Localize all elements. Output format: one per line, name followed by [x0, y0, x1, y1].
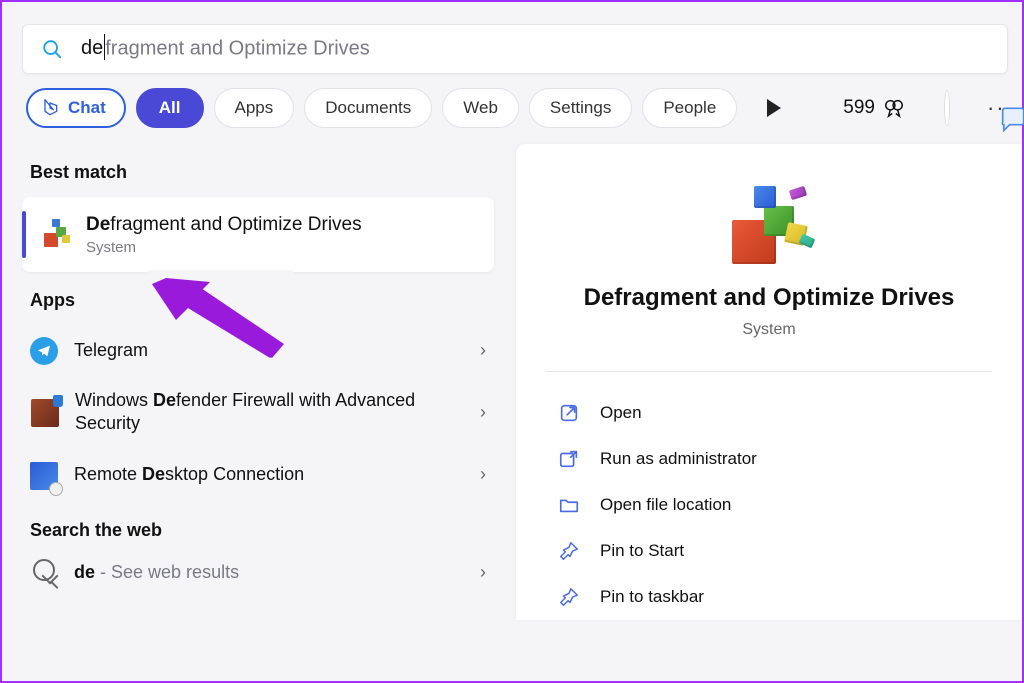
best-match-category: System	[86, 239, 362, 256]
detail-category: System	[546, 321, 992, 339]
filter-bar: Chat All Apps Documents Web Settings Peo…	[2, 88, 1022, 136]
search-typed: de	[81, 37, 103, 59]
chat-pill[interactable]: Chat	[26, 88, 126, 128]
defrag-icon	[42, 219, 72, 249]
rewards-points[interactable]: 599	[843, 97, 905, 119]
chevron-right-icon: ›	[480, 562, 486, 583]
filter-apps[interactable]: Apps	[214, 88, 295, 128]
web-result-item[interactable]: de - See web results ›	[22, 555, 494, 599]
action-run-admin[interactable]: Run as administrator	[546, 436, 992, 482]
action-pin-start[interactable]: Pin to Start	[546, 528, 992, 574]
open-icon	[558, 402, 580, 424]
filter-settings[interactable]: Settings	[529, 88, 632, 128]
action-pin-taskbar[interactable]: Pin to taskbar	[546, 574, 992, 620]
firewall-icon	[31, 399, 59, 427]
telegram-icon	[30, 337, 58, 365]
best-title-rest: fragment and Optimize Drives	[110, 214, 361, 235]
points-value: 599	[843, 97, 875, 119]
search-icon	[41, 38, 63, 60]
search-completion: fragment and Optimize Drives	[105, 37, 370, 59]
action-open[interactable]: Open	[546, 390, 992, 436]
app-item-firewall[interactable]: Windows Defender Firewall with Advanced …	[22, 377, 494, 448]
apps-heading: Apps	[22, 272, 494, 325]
app-item-rdp[interactable]: Remote Desktop Connection ›	[22, 448, 494, 502]
action-open-location[interactable]: Open file location	[546, 482, 992, 528]
chevron-right-icon: ›	[480, 464, 486, 485]
divider	[546, 371, 992, 372]
results-area: Best match Defragment and Optimize Drive…	[2, 136, 1022, 620]
pin-icon	[558, 540, 580, 562]
app-item-telegram[interactable]: Telegram Desktop ›	[22, 325, 494, 377]
chevron-right-icon: ›	[480, 402, 486, 423]
results-list: Best match Defragment and Optimize Drive…	[2, 144, 494, 620]
chevron-right-icon: ›	[480, 340, 486, 361]
detail-pane: Defragment and Optimize Drives System Op…	[516, 144, 1022, 620]
best-title-bold: De	[86, 214, 110, 235]
search-web-heading: Search the web	[22, 502, 494, 555]
text-cursor	[104, 34, 105, 60]
admin-icon	[558, 448, 580, 470]
chat-label: Chat	[68, 98, 106, 118]
best-match-text: Defragment and Optimize Drives System	[86, 213, 362, 256]
user-avatar[interactable]	[945, 91, 949, 125]
medal-icon	[883, 97, 905, 119]
filter-all[interactable]: All	[136, 88, 204, 128]
bing-bubble-icon[interactable]	[998, 106, 1024, 134]
web-search-icon	[30, 559, 58, 587]
filter-web[interactable]: Web	[442, 88, 519, 128]
folder-icon	[558, 494, 580, 516]
detail-app-icon	[724, 184, 814, 264]
best-match-heading: Best match	[22, 144, 494, 197]
detail-title: Defragment and Optimize Drives	[546, 282, 992, 313]
search-input-text[interactable]: defragment and Optimize Drives	[81, 36, 370, 62]
pin-icon	[558, 586, 580, 608]
filter-documents[interactable]: Documents	[304, 88, 432, 128]
rdp-icon	[30, 462, 58, 490]
web-item-bold: de	[74, 562, 95, 582]
search-bar[interactable]: defragment and Optimize Drives	[22, 24, 1008, 74]
best-match-item[interactable]: Defragment and Optimize Drives System	[22, 197, 494, 272]
bing-chat-icon	[40, 98, 60, 118]
web-item-rest: - See web results	[95, 562, 239, 582]
filter-people[interactable]: People	[642, 88, 737, 128]
scroll-right-icon[interactable]	[767, 99, 781, 117]
